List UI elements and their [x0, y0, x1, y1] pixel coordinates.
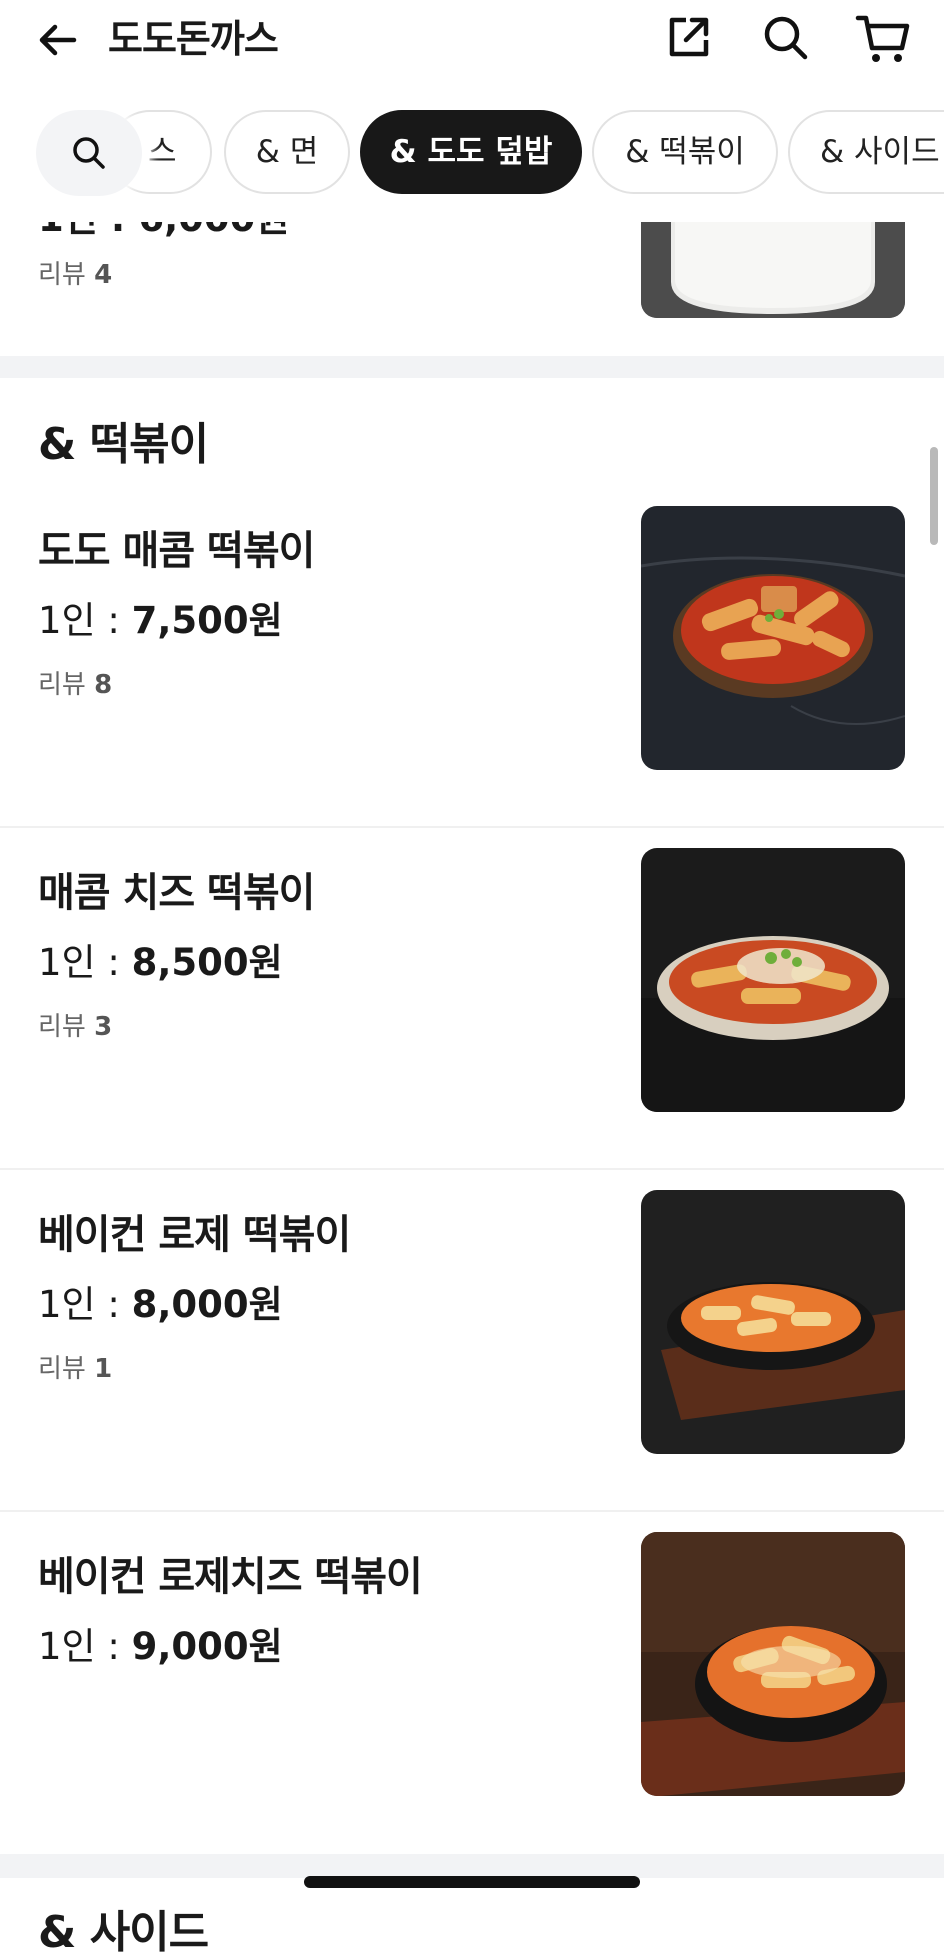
menu-item-partial[interactable]: 1인 : 6,000원 리뷰 4 [0, 197, 944, 356]
chip-tteokbokki[interactable]: & 떡볶이 [592, 110, 778, 194]
top-app-bar: 도도돈까스 [0, 0, 944, 86]
section-separator [0, 1854, 944, 1878]
menu-item-name: 베이컨 로제치즈 떡볶이 [38, 1554, 423, 1600]
share-icon[interactable] [664, 12, 714, 62]
search-icon [73, 137, 105, 169]
section-separator [0, 356, 944, 378]
menu-item-review: 리뷰 3 [38, 1012, 113, 1042]
menu-item-photo [641, 1532, 905, 1796]
menu-item-name: 베이컨 로제 떡볶이 [38, 1212, 351, 1258]
menu-item-price: 1인 : 9,000원 [38, 1625, 283, 1668]
menu-item-review: 리뷰 4 [38, 260, 113, 290]
section-title: & 떡볶이 [38, 419, 209, 470]
menu-item[interactable]: 베이컨 로제치즈 떡볶이 1인 : 9,000원 [0, 1512, 944, 1854]
menu-item-price: 1인 : 8,500원 [38, 941, 283, 984]
cart-icon[interactable] [854, 12, 912, 66]
menu-item-photo [641, 848, 905, 1112]
menu-item-review: 리뷰 8 [38, 670, 113, 700]
store-title: 도도돈까스 [108, 17, 279, 61]
scrollbar[interactable] [930, 447, 938, 545]
back-arrow-icon[interactable] [34, 16, 82, 64]
menu-item-photo [641, 506, 905, 770]
category-tabs: 스 & 면 & 도도 덮밥 & 떡볶이 & 사이드 [0, 86, 944, 222]
menu-item-name: 매콤 치즈 떡볶이 [38, 870, 315, 916]
menu-item[interactable]: 베이컨 로제 떡볶이 1인 : 8,000원 리뷰 1 [0, 1170, 944, 1512]
home-indicator[interactable] [304, 1876, 640, 1888]
menu-item-review: 리뷰 1 [38, 1354, 113, 1384]
menu-item-photo [641, 222, 905, 318]
menu-item-price: 1인 : 7,500원 [38, 599, 283, 642]
chip-dodo-rice-bowl[interactable]: & 도도 덮밥 [360, 110, 582, 194]
menu-item-photo [641, 1190, 905, 1454]
chip-search-button[interactable] [36, 110, 142, 196]
section-title-partial: & 사이드 [38, 1907, 209, 1958]
menu-item-name: 도도 매콤 떡볶이 [38, 528, 315, 574]
menu-item-price: 1인 : 8,000원 [38, 1283, 283, 1326]
search-icon[interactable] [760, 12, 812, 64]
chip-side[interactable]: & 사이드 [788, 110, 944, 194]
menu-item[interactable]: 매콤 치즈 떡볶이 1인 : 8,500원 리뷰 3 [0, 828, 944, 1170]
menu-item[interactable]: 도도 매콤 떡볶이 1인 : 7,500원 리뷰 8 [0, 486, 944, 828]
chip-noodle[interactable]: & 면 [224, 110, 350, 194]
